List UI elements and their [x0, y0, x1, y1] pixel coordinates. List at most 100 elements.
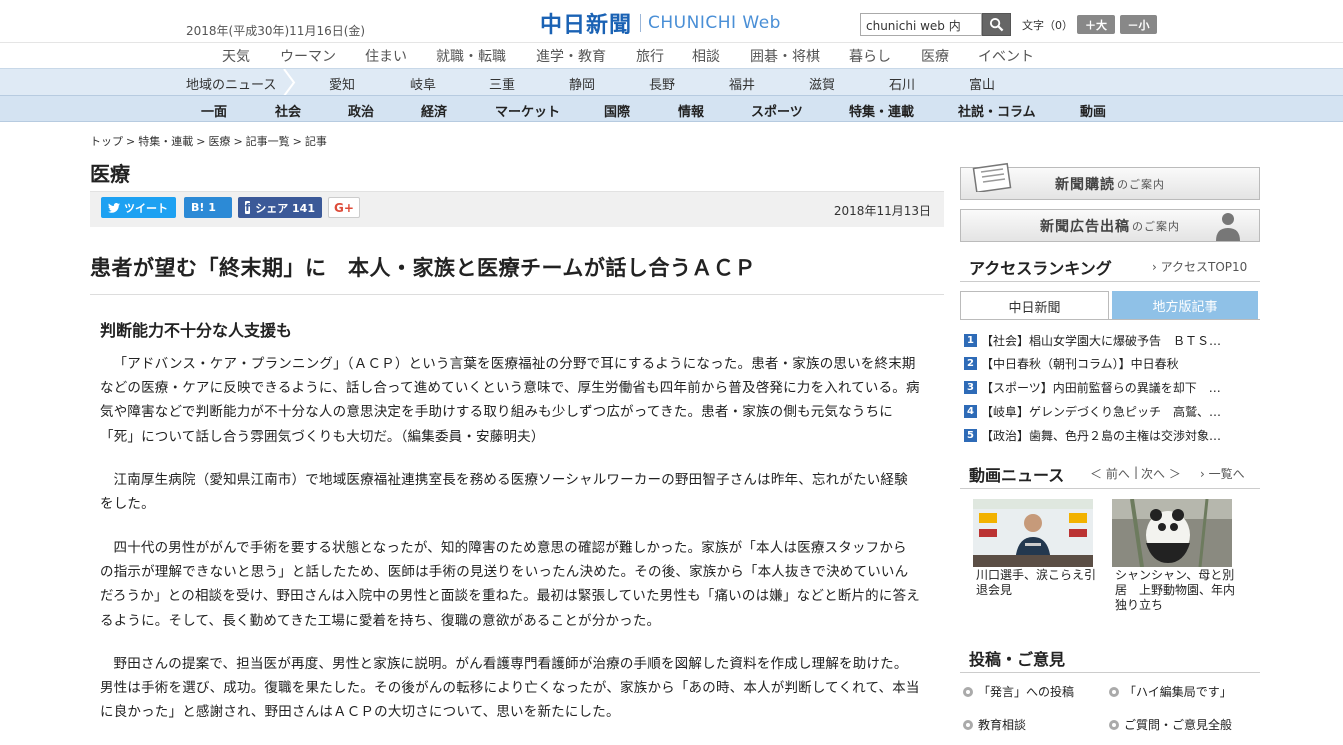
video-nav-separator: | [1134, 465, 1139, 479]
facebook-share-button[interactable]: f シェア 141 [238, 197, 322, 218]
font-size-label: 文字（0） [1022, 19, 1073, 32]
article-headline: 患者が望む「終末期」に 本人・家族と医療チームが話し合うＡＣＰ [90, 256, 756, 280]
logo-japanese: 中日新聞 [540, 13, 633, 38]
section-link[interactable]: 特集・連載 [849, 101, 914, 120]
font-larger-button[interactable]: ＋大 [1077, 15, 1115, 34]
site-logo[interactable]: 中日新聞 CHUNICHI Web [540, 10, 781, 38]
section-link[interactable]: 社会 [275, 101, 301, 120]
subscribe-banner-label: 新聞購読 [1055, 176, 1115, 193]
search-icon [989, 17, 1004, 32]
ranking-item[interactable]: 3 【スポーツ】内田前監督らの異議を却下 … [964, 379, 1221, 396]
region-link[interactable]: 三重 [489, 74, 515, 93]
tab-chunichi[interactable]: 中日新聞 [960, 291, 1109, 320]
section-link[interactable]: 一面 [201, 101, 227, 120]
section-title: 医療 [90, 162, 130, 186]
post-title: 投稿・ご意見 [969, 650, 1066, 669]
post-link[interactable]: 教育相談 [963, 716, 1026, 733]
category-link[interactable]: ウーマン [280, 46, 336, 66]
region-link[interactable]: 静岡 [569, 74, 595, 93]
video-caption[interactable]: 川口選手、涙こらえ引退会見 [976, 568, 1096, 598]
region-link[interactable]: 滋賀 [809, 74, 835, 93]
section-link[interactable]: 社説・コラム [958, 101, 1036, 120]
rank-number: 4 [964, 405, 977, 418]
category-link[interactable]: 就職・転職 [436, 46, 506, 66]
breadcrumb-link[interactable]: トップ [90, 135, 123, 148]
ranking-item[interactable]: 4 【岐阜】ゲレンデづくり急ピッチ 高鷲、… [964, 403, 1221, 420]
region-link[interactable]: 福井 [729, 74, 755, 93]
bullet-icon [1109, 686, 1119, 697]
share-bar: ツイート B! 1 f シェア 141 G+ 2018年11月13日 [90, 191, 944, 227]
logo-english: CHUNICHI Web [648, 13, 781, 33]
ranking-item-text: 【スポーツ】内田前監督らの異議を却下 … [981, 381, 1221, 395]
post-divider [960, 672, 1260, 673]
post-link[interactable]: ご質問・ご意見全般 [1109, 716, 1232, 733]
category-link[interactable]: 囲碁・将棋 [750, 46, 820, 66]
current-date: 2018年(平成30年)11月16日(金) [186, 24, 366, 38]
article-paragraph: 四十代の男性ががんで手術を要する状態となったが、知的障害のため意思の確認が難しか… [100, 540, 920, 629]
video-prev-link[interactable]: ＜ 前へ [1090, 465, 1130, 482]
ranking-item-text: 【中日春秋（朝刊コラム）】中日春秋 [981, 357, 1179, 371]
breadcrumb-current: 記事 [304, 135, 327, 148]
section-link[interactable]: マーケット [495, 101, 560, 120]
panda-thumbnail[interactable] [1112, 499, 1232, 567]
section-link[interactable]: 政治 [348, 101, 374, 120]
breadcrumb-link[interactable]: 記事一覧 [246, 135, 290, 148]
tab-local-edition[interactable]: 地方版記事 [1112, 291, 1258, 320]
category-link[interactable]: 暮らし [849, 46, 891, 66]
article-paragraph: 野田さんの提案で、担当医が再度、男性と家族に説明。がん看護専門看護師が治療の手順… [100, 656, 920, 721]
subscribe-banner-sub: のご案内 [1117, 177, 1165, 191]
google-plus-button[interactable]: G+ [328, 197, 360, 218]
post-link[interactable]: 「ハイ編集局です」 [1109, 683, 1232, 700]
video-next-link[interactable]: 次へ ＞ [1141, 465, 1181, 482]
breadcrumb-link[interactable]: 医療 [208, 135, 230, 148]
breadcrumb: トップ > 特集・連載 > 医療 > 記事一覧 > 記事 [90, 133, 330, 149]
ranking-item[interactable]: 2 【中日春秋（朝刊コラム）】中日春秋 [964, 355, 1179, 372]
breadcrumb-separator: > [196, 135, 206, 148]
video-divider [960, 488, 1260, 489]
search-button[interactable] [982, 13, 1011, 36]
post-link-text: ご質問・ご意見全般 [1124, 718, 1233, 732]
subscribe-banner[interactable]: 新聞購読 のご案内 [960, 162, 1260, 200]
press-conference-thumbnail[interactable] [973, 499, 1093, 567]
site-header: 2018年(平成30年)11月16日(金) 中日新聞 CHUNICHI Web … [0, 0, 1343, 42]
rank-number: 2 [964, 357, 977, 370]
section-link[interactable]: 情報 [678, 101, 704, 120]
ranking-item[interactable]: 1 【社会】椙山女学園大に爆破予告 ＢＴＳ… [964, 332, 1221, 349]
article-date: 2018年11月13日 [833, 204, 931, 218]
tab-underline [960, 319, 1260, 320]
video-list-link[interactable]: › 一覧へ [1200, 465, 1245, 482]
section-link[interactable]: 国際 [604, 101, 630, 120]
video-caption[interactable]: シャンシャン、母と別居 上野動物園、年内独り立ち [1115, 568, 1235, 613]
ranking-item-text: 【政治】歯舞、色丹２島の主権は交渉対象… [981, 429, 1222, 443]
tweet-label: ツイート [124, 201, 168, 215]
category-link[interactable]: イベント [978, 46, 1034, 66]
region-link[interactable]: 岐阜 [410, 74, 436, 93]
post-link[interactable]: 「発言」への投稿 [963, 683, 1074, 700]
article-paragraph: 江南厚生病院（愛知県江南市）で地域医療福祉連携室長を務める医療ソーシャルワーカー… [100, 472, 908, 513]
section-link[interactable]: スポーツ [751, 101, 803, 120]
category-link[interactable]: 相談 [692, 46, 720, 66]
category-link[interactable]: 旅行 [636, 46, 664, 66]
rank-number: 3 [964, 381, 977, 394]
tweet-button[interactable]: ツイート [101, 197, 176, 218]
search-input[interactable]: chunichi web 内 [860, 13, 982, 36]
category-link[interactable]: 進学・教育 [536, 46, 606, 66]
advertise-banner[interactable]: 新聞広告出稿 のご案内 [960, 209, 1260, 242]
region-link[interactable]: 石川 [889, 74, 915, 93]
section-link[interactable]: 動画 [1080, 101, 1106, 120]
category-link[interactable]: 天気 [222, 46, 250, 66]
region-link[interactable]: 長野 [649, 74, 675, 93]
section-link[interactable]: 経済 [421, 101, 447, 120]
category-link[interactable]: 住まい [365, 46, 407, 66]
bullet-icon [963, 686, 973, 697]
region-link[interactable]: 富山 [969, 74, 995, 93]
breadcrumb-link[interactable]: 特集・連載 [138, 135, 193, 148]
newspaper-icon [972, 162, 1012, 192]
breadcrumb-separator: > [233, 135, 243, 148]
ranking-top10-link[interactable]: › アクセスTOP10 [1152, 258, 1247, 275]
hatena-bookmark-button[interactable]: B! 1 [184, 197, 232, 218]
category-link[interactable]: 医療 [921, 46, 949, 66]
ranking-item[interactable]: 5 【政治】歯舞、色丹２島の主権は交渉対象… [964, 427, 1221, 444]
font-smaller-button[interactable]: －小 [1120, 15, 1157, 34]
region-link[interactable]: 愛知 [329, 74, 355, 93]
